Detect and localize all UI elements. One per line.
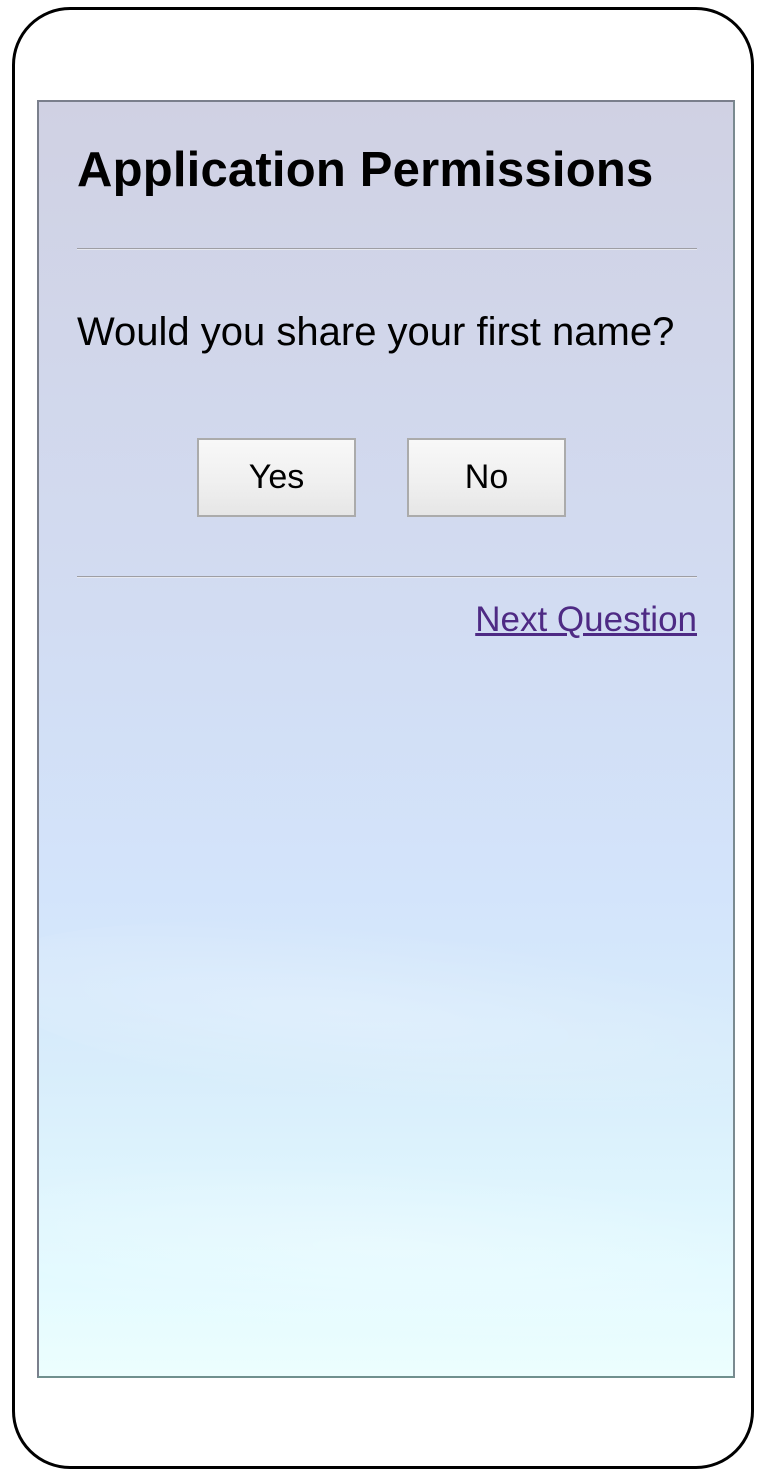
- question-text: Would you share your first name?: [77, 310, 675, 354]
- divider-top: [77, 248, 697, 250]
- next-question-link[interactable]: Next Question: [475, 600, 697, 640]
- app-screen: Application Permissions Would you share …: [37, 100, 735, 1378]
- page-title: Application Permissions: [77, 143, 654, 197]
- divider-bottom: [77, 576, 697, 578]
- no-button[interactable]: No: [407, 438, 566, 517]
- background-sweep: [39, 885, 733, 1159]
- background-sweep: [39, 1130, 733, 1374]
- yes-button[interactable]: Yes: [197, 438, 356, 517]
